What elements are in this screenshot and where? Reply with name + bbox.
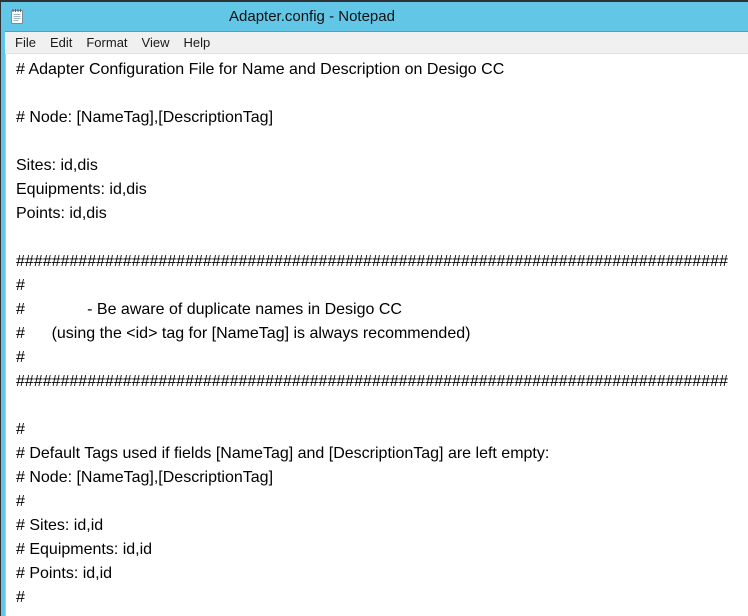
text-editor-area[interactable]: # Adapter Configuration File for Name an… (5, 54, 748, 616)
editor-line: # (16, 346, 748, 370)
editor-line: # Node: [NameTag],[DescriptionTag] (16, 466, 748, 490)
editor-line: # Equipments: id,id (16, 538, 748, 562)
editor-line: # - Be aware of duplicate names in Desig… (16, 298, 748, 322)
menubar: FileEditFormatViewHelp (1, 32, 748, 54)
menu-item-help[interactable]: Help (176, 33, 217, 52)
editor-line (16, 130, 748, 154)
editor-line: Sites: id,dis (16, 154, 748, 178)
editor-line: ########################################… (16, 370, 748, 394)
editor-line: # (16, 586, 748, 610)
editor-line: # Sites: id,id (16, 514, 748, 538)
editor-line: # (using the <id> tag for [NameTag] is a… (16, 322, 748, 346)
editor-line: ########################################… (16, 250, 748, 274)
editor-line (16, 394, 748, 418)
window-title: Adapter.config - Notepad (229, 2, 395, 31)
menu-item-file[interactable]: File (8, 33, 43, 52)
editor-line: # (16, 418, 748, 442)
editor-line: # Node: [NameTag],[DescriptionTag] (16, 106, 748, 130)
editor-line: Points: id,dis (16, 202, 748, 226)
editor-line: # Points: id,id (16, 562, 748, 586)
notepad-window: Adapter.config - Notepad FileEditFormatV… (0, 0, 748, 616)
editor-line: # Default Tags used if fields [NameTag] … (16, 442, 748, 466)
editor-line: # (16, 490, 748, 514)
editor-line: Equipments: id,dis (16, 178, 748, 202)
menu-item-view[interactable]: View (135, 33, 177, 52)
editor-line: # Adapter Configuration File for Name an… (16, 58, 748, 82)
titlebar[interactable]: Adapter.config - Notepad (1, 2, 748, 32)
menu-item-edit[interactable]: Edit (43, 33, 79, 52)
notepad-icon[interactable] (9, 8, 25, 25)
editor-line (16, 226, 748, 250)
editor-line (16, 82, 748, 106)
window-left-border (1, 2, 5, 616)
menu-item-format[interactable]: Format (79, 33, 134, 52)
editor-line: # (16, 274, 748, 298)
